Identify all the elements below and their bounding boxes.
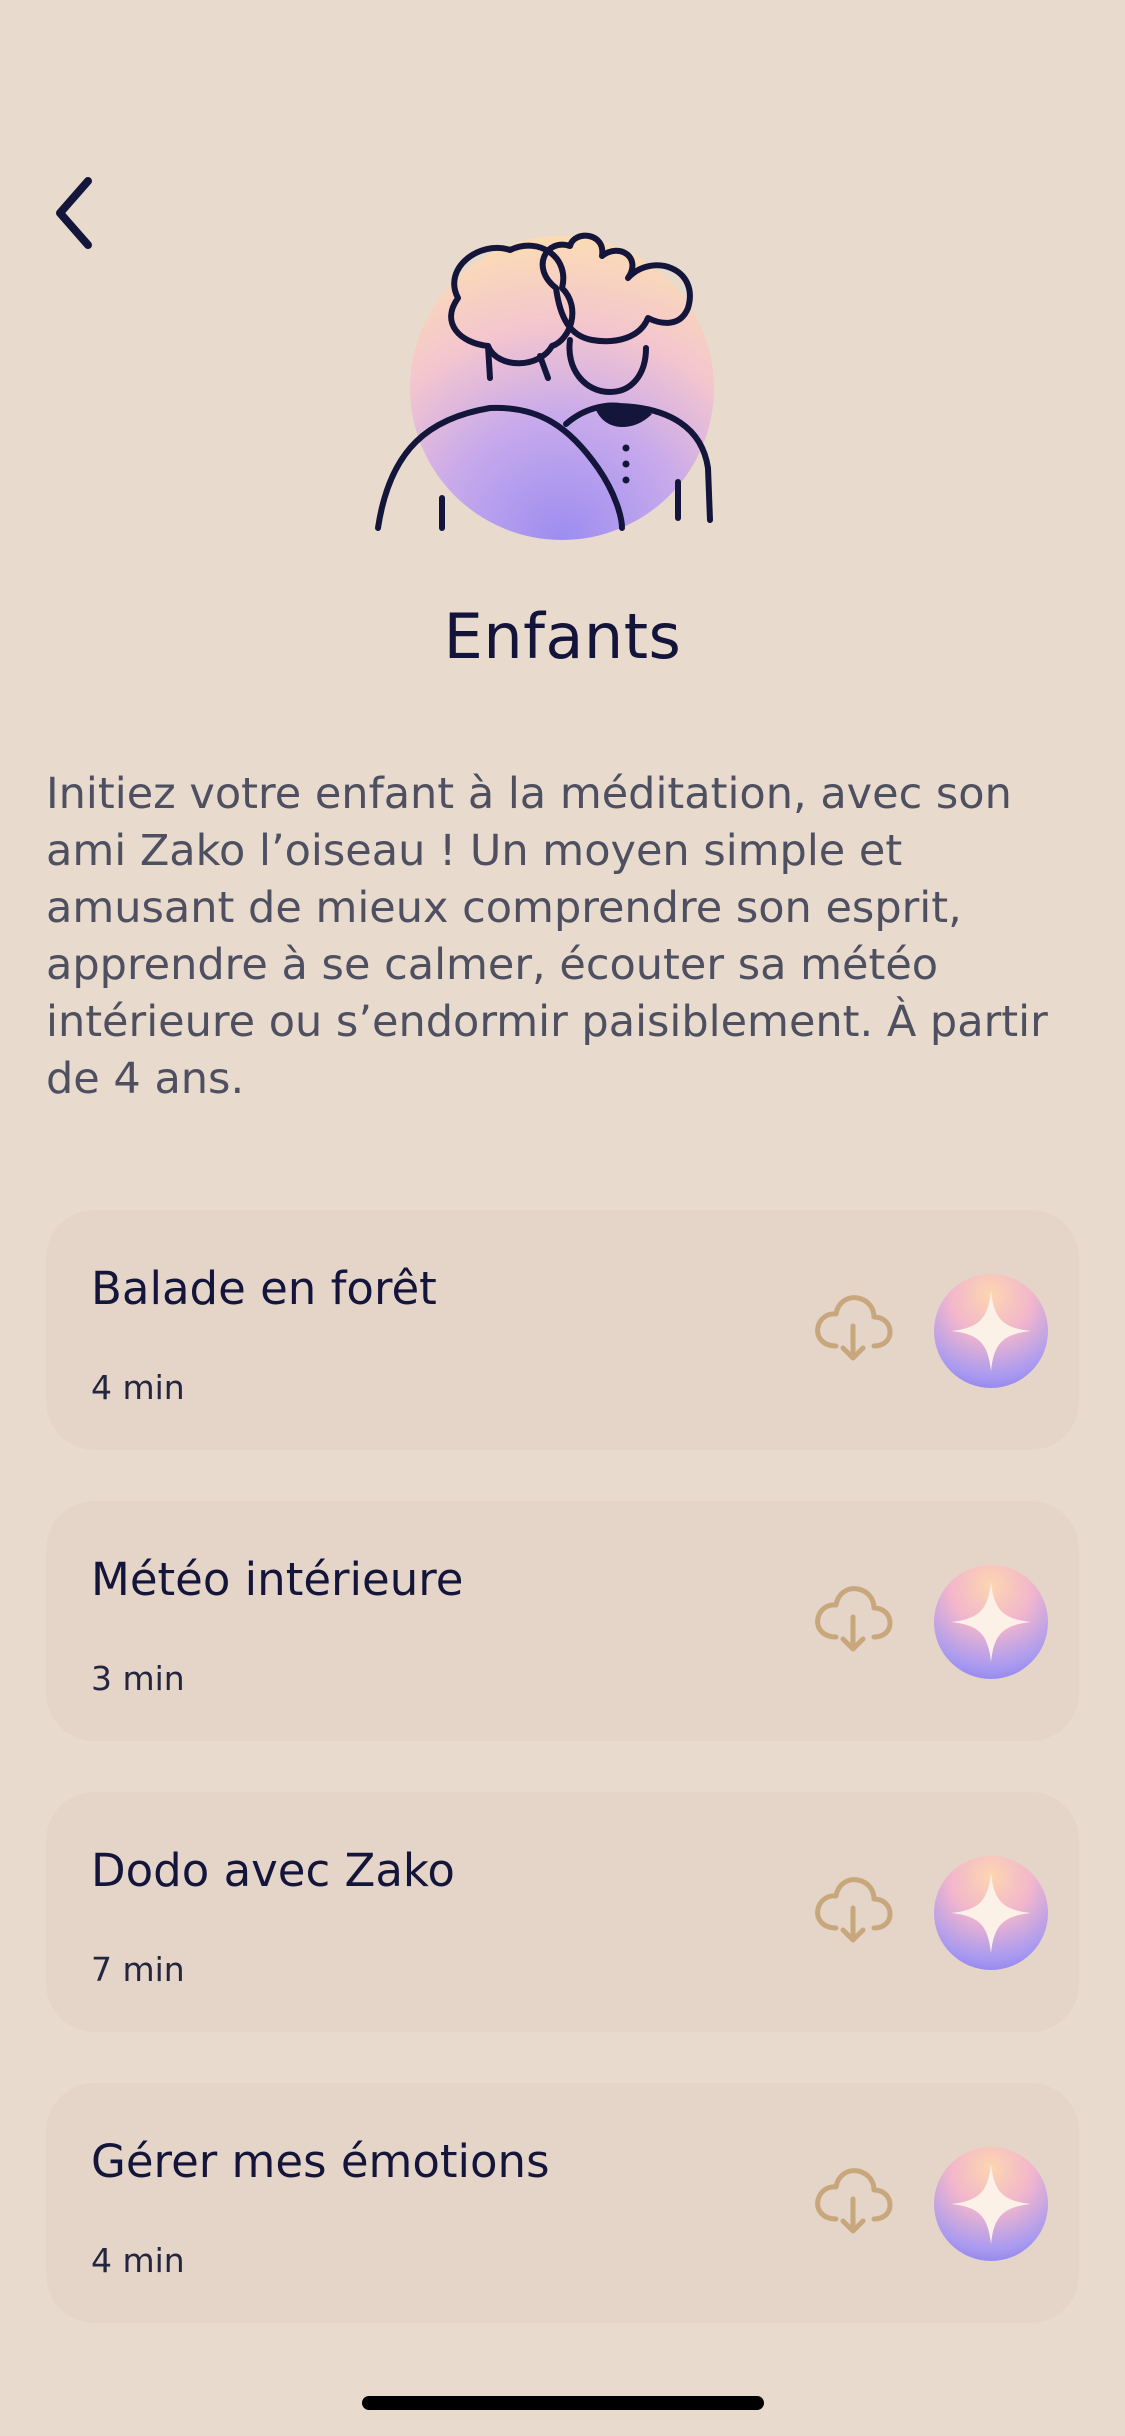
session-title: Météo intérieure — [91, 1553, 464, 1606]
page-title: Enfants — [443, 600, 682, 673]
play-button[interactable] — [934, 2147, 1048, 2261]
play-button[interactable] — [934, 1856, 1048, 1970]
chevron-left-icon — [56, 177, 92, 249]
session-title: Balade en forêt — [91, 1262, 437, 1315]
sparkle-play-icon — [951, 1873, 1031, 1953]
back-button[interactable] — [40, 168, 110, 258]
cloud-download-icon[interactable] — [812, 1874, 894, 1946]
play-button[interactable] — [934, 1565, 1048, 1679]
session-card[interactable]: Météo intérieure 3 min — [46, 1501, 1079, 1741]
sparkle-play-icon — [951, 1291, 1031, 1371]
sparkle-play-icon — [951, 2164, 1031, 2244]
session-title: Dodo avec Zako — [91, 1844, 455, 1897]
cloud-download-icon[interactable] — [812, 2165, 894, 2237]
cloud-download-icon[interactable] — [812, 1292, 894, 1364]
session-title: Gérer mes émotions — [91, 2135, 550, 2188]
home-indicator[interactable] — [362, 2396, 764, 2410]
session-duration: 4 min — [91, 1368, 185, 1407]
play-button[interactable] — [934, 1274, 1048, 1388]
session-card[interactable]: Gérer mes émotions 4 min — [46, 2083, 1079, 2323]
two-people-illustration-icon — [375, 232, 714, 540]
cloud-download-icon[interactable] — [812, 1583, 894, 1655]
session-card[interactable]: Balade en forêt 4 min — [46, 1210, 1079, 1450]
session-duration: 3 min — [91, 1659, 185, 1698]
session-duration: 7 min — [91, 1950, 185, 1989]
session-list: Balade en forêt 4 min Météo intérieure 3… — [46, 1210, 1079, 2374]
page-description: Initiez votre enfant à la méditation, av… — [46, 769, 1048, 1104]
session-card[interactable]: Dodo avec Zako 7 min — [46, 1792, 1079, 2032]
sparkle-play-icon — [951, 1582, 1031, 1662]
session-duration: 4 min — [91, 2241, 185, 2280]
